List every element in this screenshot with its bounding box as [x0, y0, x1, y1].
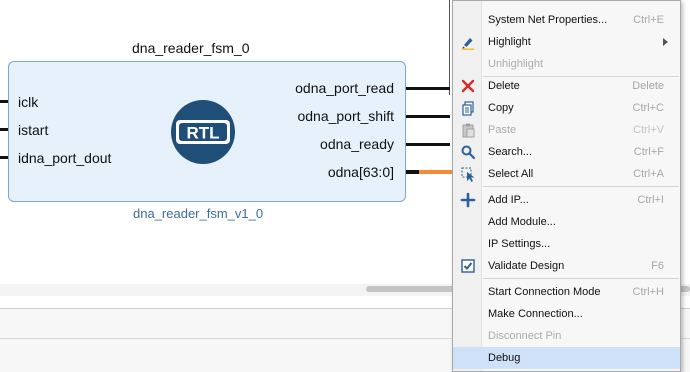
- port-label-odna-bus: odna[63:0]: [327, 164, 394, 180]
- menu-item-disconnect-pin: Disconnect Pin: [488, 330, 562, 342]
- checkbox-icon: [461, 259, 475, 273]
- port-label-odna-ready: odna_ready: [320, 136, 394, 152]
- menu-item-make-connection[interactable]: Make Connection...: [453, 303, 680, 325]
- rtl-logo-text: RTL: [186, 124, 219, 143]
- pin-odna-port-read[interactable]: [406, 87, 450, 90]
- menu-item-start-connection-mode[interactable]: Start Connection Mode Ctrl+H: [453, 281, 680, 303]
- menu-item-add-module[interactable]: Add Module...: [453, 211, 680, 233]
- red-x-icon: [461, 79, 475, 93]
- plus-icon: [460, 192, 476, 208]
- net-wire[interactable]: [449, 0, 450, 95]
- bus-wire-odna[interactable]: [419, 170, 454, 174]
- menu-separator: [483, 278, 679, 279]
- menu-item-search[interactable]: Search... Ctrl+F: [453, 141, 680, 163]
- module-name-label: dna_reader_fsm_v1_0: [133, 206, 264, 221]
- menu-item-unhighlight: Unhighlight: [488, 58, 544, 70]
- menu-item-paste: Paste Ctrl+V: [453, 119, 680, 141]
- port-label-idna-port-dout: idna_port_dout: [18, 150, 112, 166]
- pin-istart[interactable]: [0, 128, 8, 131]
- port-label-iclk: iclk: [18, 94, 39, 110]
- menu-item-debug[interactable]: Debug: [453, 347, 680, 369]
- pin-odna-ready[interactable]: [406, 143, 450, 146]
- menu-item-validate-design[interactable]: Validate Design F6: [453, 255, 680, 277]
- context-menu: System Net Properties... Ctrl+E Highligh…: [452, 0, 681, 372]
- menu-item-highlight[interactable]: Highlight: [453, 31, 680, 53]
- select-all-icon: [461, 167, 475, 182]
- menu-item-add-ip[interactable]: Add IP... Ctrl+I: [453, 189, 680, 211]
- menu-item-delete[interactable]: Delete Delete: [453, 75, 680, 97]
- menu-item-ip-settings[interactable]: IP Settings...: [453, 233, 680, 255]
- menu-item-system-net-properties[interactable]: System Net Properties... Ctrl+E: [453, 9, 680, 31]
- pin-odna-port-shift[interactable]: [406, 115, 450, 118]
- instance-name-label: dna_reader_fsm_0: [132, 40, 250, 56]
- pin-idna-port-dout[interactable]: [0, 156, 8, 159]
- pin-iclk[interactable]: [0, 100, 8, 103]
- menu-separator: [483, 186, 679, 187]
- port-label-istart: istart: [18, 122, 49, 138]
- copy-icon: [462, 101, 474, 116]
- magnifier-icon: [461, 145, 476, 160]
- menu-item-copy[interactable]: Copy Ctrl+C: [453, 97, 680, 119]
- submenu-arrow-icon: [663, 38, 668, 46]
- rtl-logo-icon: RTL: [171, 100, 235, 164]
- port-label-odna-port-read: odna_port_read: [295, 80, 394, 96]
- port-label-odna-port-shift: odna_port_shift: [297, 108, 394, 124]
- menu-item-select-all[interactable]: Select All Ctrl+A: [453, 163, 680, 185]
- paste-icon: [462, 123, 475, 138]
- highlight-pen-icon: [462, 38, 474, 50]
